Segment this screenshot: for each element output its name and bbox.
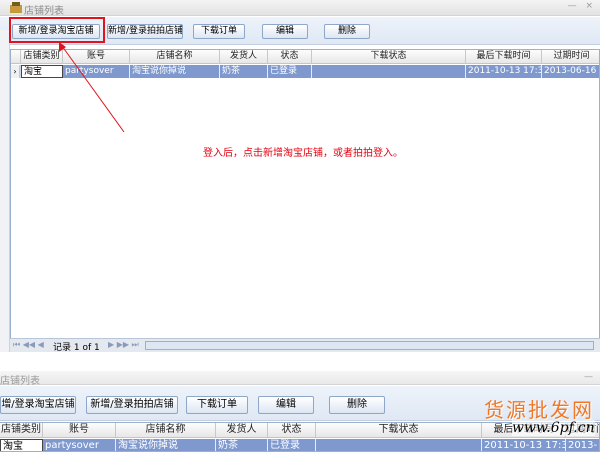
column-header[interactable]: 状态 bbox=[268, 423, 316, 437]
table-cell[interactable]: 2013- bbox=[566, 439, 599, 451]
column-header[interactable]: 发货人 bbox=[220, 50, 268, 64]
column-header[interactable]: 过期时间 bbox=[542, 50, 599, 64]
column-header[interactable]: 店铺名称 bbox=[116, 423, 216, 437]
shop-grid: 店铺类别 账号 店铺名称 发货人 状态 下载状态 最后下载时间 过期时间 淘宝 … bbox=[0, 422, 600, 452]
edit-button[interactable]: 编辑 bbox=[262, 24, 308, 39]
window-control-buttons[interactable]: — × bbox=[568, 1, 596, 11]
shop-list-window: 店铺列表 — × 新增/登录淘宝店铺 新增/登录拍拍店铺 下载订单 编辑 删除 … bbox=[0, 0, 600, 370]
download-orders-button[interactable]: 下载订单 bbox=[193, 24, 245, 39]
column-header[interactable]: 店铺名称 bbox=[130, 50, 220, 64]
column-header[interactable]: 账号 bbox=[63, 50, 130, 64]
horizontal-scrollbar[interactable] bbox=[145, 341, 594, 350]
table-cell[interactable]: 淘宝说你掉说 bbox=[130, 65, 220, 78]
pager-nav-first-prev[interactable]: ⏮ ◀◀ ◀ bbox=[13, 340, 44, 350]
row-indicator-header bbox=[11, 50, 21, 64]
add-paipai-shop-button[interactable]: 新增/登录拍拍店铺 bbox=[86, 396, 178, 414]
shop-grid: 店铺类别 账号 店铺名称 发货人 状态 下载状态 最后下载时间 过期时间 › 淘… bbox=[10, 49, 600, 351]
delete-button[interactable]: 删除 bbox=[324, 24, 370, 39]
add-paipai-shop-button[interactable]: 新增/登录拍拍店铺 bbox=[107, 24, 183, 39]
table-cell[interactable]: 2011-10-13 17:39 bbox=[482, 439, 566, 451]
add-taobao-shop-button[interactable]: 增/登录淘宝店铺 bbox=[0, 396, 76, 414]
download-orders-button[interactable]: 下载订单 bbox=[186, 396, 248, 414]
table-cell[interactable]: 淘宝 bbox=[0, 439, 43, 451]
pager-nav-next-last[interactable]: ▶ ▶▶ ⏭ bbox=[108, 340, 139, 350]
window-title: 店铺列表 bbox=[0, 376, 40, 387]
grid-header: 店铺类别 账号 店铺名称 发货人 状态 下载状态 最后下载时间 过期时间 bbox=[0, 423, 599, 438]
table-cell[interactable]: 淘宝 bbox=[21, 65, 63, 78]
column-header[interactable]: 账号 bbox=[43, 423, 116, 437]
watermark-url: www.6pf.cn bbox=[512, 420, 595, 436]
window-title: 店铺列表 bbox=[24, 6, 64, 17]
watermark-logo: 货源批发网 bbox=[484, 398, 594, 422]
window-titlebar: 店铺列表 — bbox=[0, 371, 600, 387]
table-cell[interactable]: 奶茶 bbox=[220, 65, 268, 78]
row-pointer-icon: › bbox=[11, 65, 20, 78]
edit-button[interactable]: 编辑 bbox=[258, 396, 314, 414]
table-cell[interactable] bbox=[312, 65, 466, 78]
column-header[interactable]: 发货人 bbox=[216, 423, 268, 437]
table-cell[interactable]: 2013-06-16 bbox=[542, 65, 599, 78]
app-icon bbox=[10, 2, 22, 13]
window-control-buttons[interactable]: — bbox=[584, 372, 596, 382]
table-row[interactable]: › 淘宝 partysover 淘宝说你掉说 奶茶 已登录 2011-10-13… bbox=[11, 65, 599, 78]
table-cell[interactable]: 奶茶 bbox=[216, 439, 268, 451]
grid-header: 店铺类别 账号 店铺名称 发货人 状态 下载状态 最后下载时间 过期时间 bbox=[11, 50, 599, 64]
side-panel-edge bbox=[0, 30, 10, 352]
table-cell[interactable]: partysover bbox=[43, 439, 116, 451]
table-cell[interactable]: partysover bbox=[63, 65, 130, 78]
table-cell[interactable]: 已登录 bbox=[268, 65, 312, 78]
column-header[interactable]: 下载状态 bbox=[312, 50, 466, 64]
table-cell[interactable]: 淘宝说你掉说 bbox=[116, 439, 216, 451]
table-cell[interactable]: 已登录 bbox=[268, 439, 316, 451]
table-cell[interactable] bbox=[316, 439, 482, 451]
table-cell[interactable]: 2011-10-13 17:39 bbox=[466, 65, 542, 78]
column-header[interactable]: 下载状态 bbox=[316, 423, 482, 437]
column-header[interactable]: 店铺类别 bbox=[0, 423, 43, 437]
delete-button[interactable]: 删除 bbox=[329, 396, 385, 414]
highlight-box bbox=[9, 17, 105, 43]
column-header[interactable]: 状态 bbox=[268, 50, 312, 64]
window-titlebar: 店铺列表 — × bbox=[0, 0, 600, 17]
table-row[interactable]: 淘宝 partysover 淘宝说你掉说 奶茶 已登录 2011-10-13 1… bbox=[0, 439, 599, 451]
grid-pager: ⏮ ◀◀ ◀ 记录 1 of 1 ▶ ▶▶ ⏭ bbox=[10, 338, 600, 353]
annotation-text: 登入后，点击新增淘宝店铺，或者拍拍登入。 bbox=[203, 148, 403, 159]
column-header[interactable]: 店铺类别 bbox=[21, 50, 63, 64]
pager-record-text: 记录 1 of 1 bbox=[53, 343, 100, 353]
column-header[interactable]: 最后下载时间 bbox=[466, 50, 542, 64]
